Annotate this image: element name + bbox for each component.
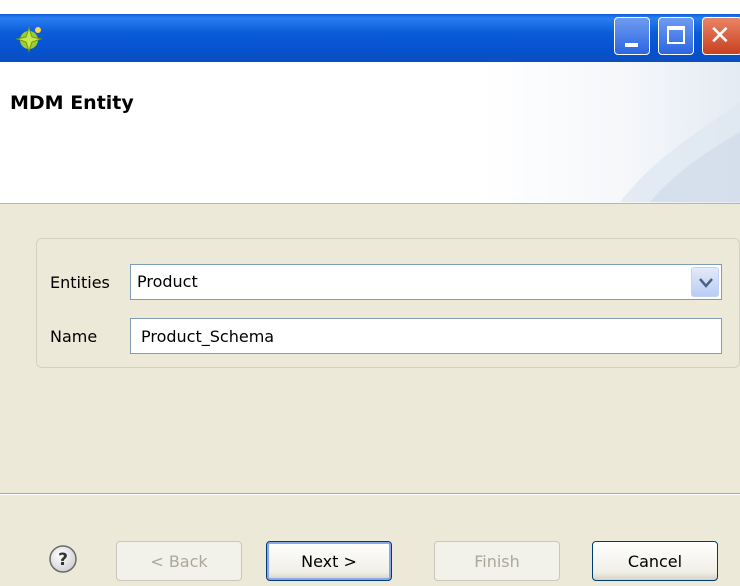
- entities-dropdown[interactable]: Product: [130, 264, 722, 300]
- dropdown-button[interactable]: [691, 267, 719, 297]
- header-decoration: [620, 102, 740, 202]
- maximize-button[interactable]: [658, 17, 694, 55]
- entities-selected-value: Product: [137, 272, 198, 291]
- cancel-button[interactable]: Cancel: [592, 541, 718, 581]
- wizard-dialog: ✕ MDM Entity Entities Product Name ?: [0, 14, 740, 586]
- finish-button[interactable]: Finish: [434, 541, 560, 581]
- wizard-header: MDM Entity: [0, 62, 740, 204]
- footer-divider: [0, 493, 740, 495]
- minimize-icon: [625, 43, 638, 47]
- close-button[interactable]: ✕: [702, 17, 740, 55]
- svg-text:?: ?: [58, 550, 68, 570]
- chevron-down-icon: [699, 278, 713, 288]
- name-label: Name: [50, 327, 98, 346]
- wizard-sparkle-icon: [15, 26, 43, 53]
- help-icon[interactable]: ?: [48, 544, 78, 574]
- title-bar[interactable]: ✕: [0, 14, 740, 62]
- page-title: MDM Entity: [10, 92, 134, 114]
- close-icon: ✕: [709, 21, 731, 51]
- name-field[interactable]: [130, 318, 722, 354]
- minimize-button[interactable]: [614, 17, 650, 55]
- back-button[interactable]: < Back: [116, 541, 242, 581]
- maximize-icon: [667, 26, 685, 44]
- next-button[interactable]: Next >: [266, 541, 392, 581]
- entities-label: Entities: [50, 273, 110, 292]
